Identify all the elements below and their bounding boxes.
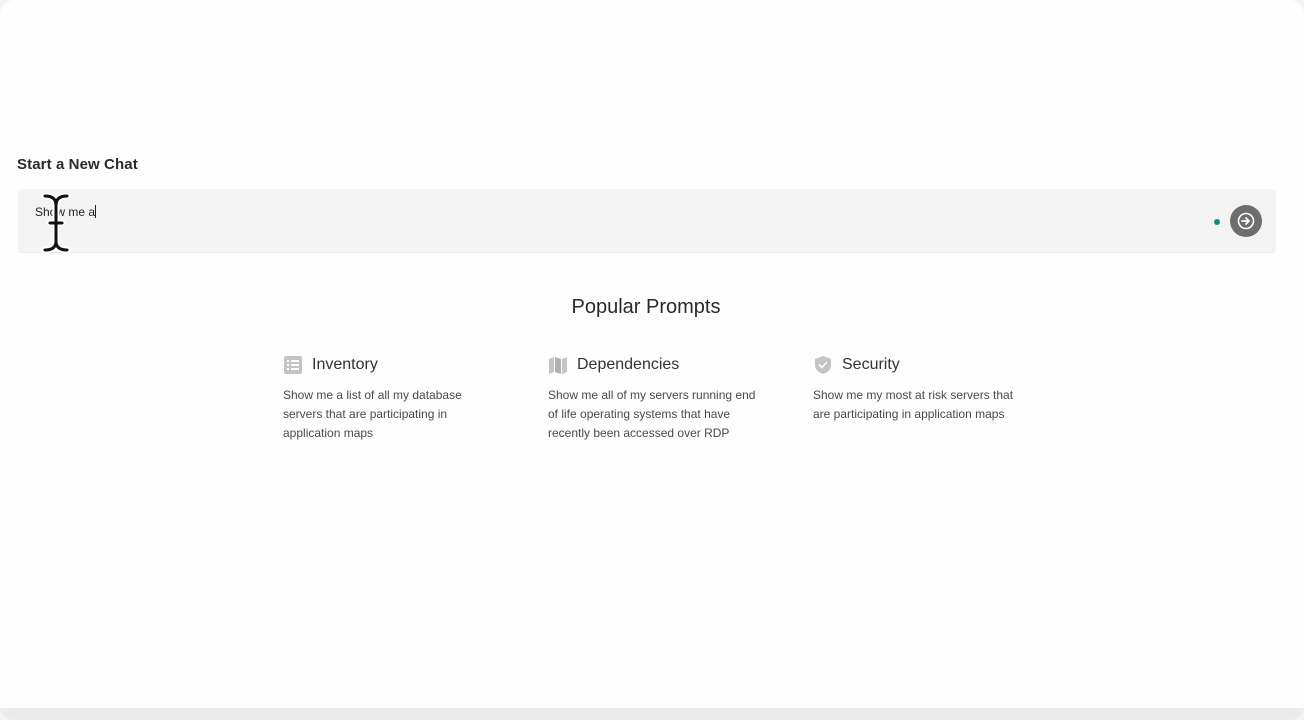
prompt-title: Dependencies [577, 356, 680, 373]
send-button[interactable] [1230, 205, 1262, 237]
prompt-description: Show me all of my servers running end of… [548, 388, 756, 440]
status-indicator [1214, 219, 1220, 225]
prompt-title: Inventory [312, 356, 378, 373]
chat-input-text: Show me a [35, 205, 96, 219]
prompt-card-dependencies[interactable]: Dependencies Show me all of my servers r… [548, 353, 763, 443]
text-caret [95, 205, 97, 218]
chat-input[interactable]: Show me a [35, 205, 97, 219]
prompt-title: Security [842, 356, 900, 373]
page-title: Start a New Chat [17, 156, 138, 173]
bottom-strip [0, 708, 1304, 720]
prompt-card-security[interactable]: Security Show me my most at risk servers… [813, 353, 1028, 424]
shield-icon [813, 355, 833, 375]
list-icon [283, 355, 303, 375]
popular-prompts-title: Popular Prompts [571, 296, 721, 318]
chat-input-container[interactable]: Show me a [18, 189, 1276, 252]
map-icon [548, 355, 568, 375]
prompt-card-inventory[interactable]: Inventory Show me a list of all my datab… [283, 353, 498, 443]
prompt-description: Show me my most at risk servers that are… [813, 388, 1014, 421]
app-window: Start a New Chat Show me a Popular Promp… [0, 0, 1304, 720]
arrow-right-circle-icon [1237, 212, 1255, 230]
prompt-description: Show me a list of all my database server… [283, 388, 462, 440]
